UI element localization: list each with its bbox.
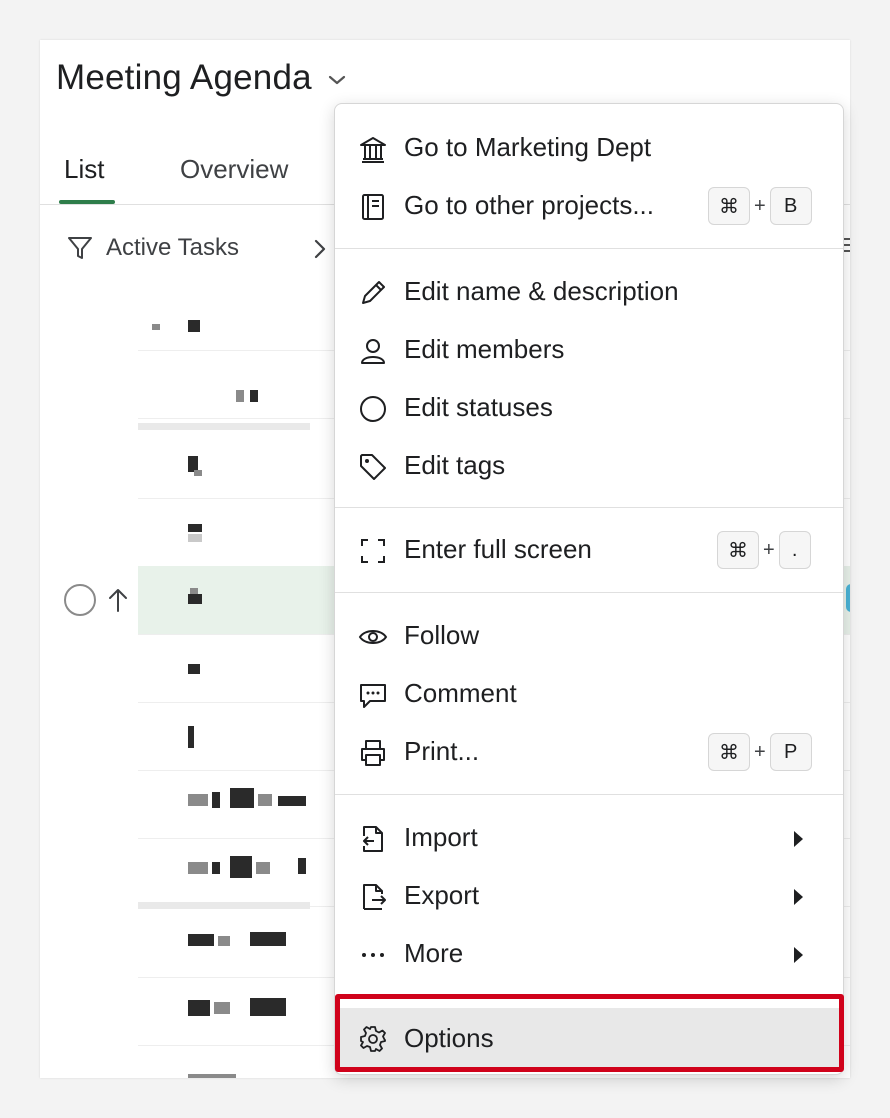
checkbox-circle-icon[interactable]: [64, 584, 96, 616]
tag-icon: [357, 451, 389, 483]
pencil-icon: [357, 277, 389, 309]
chevron-down-icon[interactable]: [326, 73, 348, 87]
menu-label: Edit members: [404, 334, 565, 364]
menu-item-edit-statuses[interactable]: Edit statuses: [335, 379, 843, 437]
caret-right-icon: [794, 947, 803, 963]
shortcut-hint: ⌘ + P: [708, 733, 812, 771]
menu-label: Go to Marketing Dept: [404, 132, 652, 162]
menu-label: Import: [404, 822, 478, 852]
circle-icon: [357, 393, 389, 425]
menu-divider: [335, 507, 843, 508]
kbd-command: ⌘: [708, 733, 750, 771]
filter-label: Active Tasks: [106, 234, 239, 261]
menu-item-follow[interactable]: Follow: [335, 607, 843, 665]
eye-icon: [357, 621, 389, 653]
kbd-key: B: [769, 187, 812, 225]
kbd-plus: +: [763, 538, 775, 561]
section-divider: [138, 423, 310, 430]
menu-item-edit-tags[interactable]: Edit tags: [335, 437, 843, 495]
menu-label: Export: [404, 880, 480, 910]
menu-label: Edit name & description: [404, 276, 679, 306]
row-controls: [64, 584, 130, 616]
menu-item-edit-name[interactable]: Edit name & description: [335, 263, 843, 321]
chevron-right-icon[interactable]: [312, 238, 328, 260]
project-header: Meeting Agenda: [56, 58, 348, 98]
menu-label: Enter full screen: [404, 534, 592, 564]
menu-item-edit-members[interactable]: Edit members: [335, 321, 843, 379]
filter-icon: [68, 237, 92, 259]
printer-icon: [357, 737, 389, 769]
annotation-highlight-box: [335, 994, 844, 1072]
fullscreen-icon: [357, 535, 389, 567]
filter-button[interactable]: Active Tasks: [66, 234, 239, 262]
arrow-up-icon[interactable]: [106, 586, 130, 614]
menu-divider: [335, 592, 843, 593]
caret-right-icon: [794, 889, 803, 905]
active-tab-indicator: [59, 200, 115, 204]
project-actions-menu: Go to Marketing Dept Go to other project…: [334, 103, 844, 1075]
kbd-key: P: [769, 733, 812, 771]
tab-list[interactable]: List: [64, 154, 104, 185]
menu-label: More: [404, 938, 464, 968]
kbd-plus: +: [754, 740, 766, 763]
tab-overview[interactable]: Overview: [180, 154, 288, 185]
caret-right-icon: [794, 831, 803, 847]
assignee-avatar[interactable]: [846, 584, 850, 612]
menu-divider: [335, 794, 843, 795]
menu-item-export[interactable]: Export: [335, 867, 843, 925]
file-export-icon: [357, 881, 389, 913]
notebook-icon: [357, 191, 389, 223]
shortcut-hint: ⌘ + .: [717, 531, 811, 569]
file-import-icon: [357, 823, 389, 855]
menu-label: Edit tags: [404, 450, 506, 480]
kbd-command: ⌘: [708, 187, 750, 225]
menu-label: Edit statuses: [404, 392, 553, 422]
menu-item-go-to-projects[interactable]: Go to other projects... ⌘ + B: [335, 177, 843, 235]
shortcut-hint: ⌘ + B: [708, 187, 812, 225]
kbd-plus: +: [754, 194, 766, 217]
menu-label: Go to other projects...: [404, 190, 655, 220]
menu-item-comment[interactable]: Comment: [335, 665, 843, 723]
kbd-key: .: [778, 531, 811, 569]
menu-divider: [335, 248, 843, 249]
menu-label: Print...: [404, 736, 480, 766]
menu-item-full-screen[interactable]: Enter full screen ⌘ + .: [335, 521, 843, 579]
user-icon: [357, 335, 389, 367]
project-title[interactable]: Meeting Agenda: [56, 58, 312, 98]
menu-item-more[interactable]: More: [335, 925, 843, 983]
section-divider: [138, 902, 310, 909]
menu-item-print[interactable]: Print... ⌘ + P: [335, 723, 843, 781]
menu-item-import[interactable]: Import: [335, 809, 843, 867]
kbd-command: ⌘: [717, 531, 759, 569]
more-dots-icon: [357, 939, 389, 971]
bank-icon: [357, 133, 389, 165]
menu-label: Comment: [404, 678, 517, 708]
menu-item-go-to-dept[interactable]: Go to Marketing Dept: [335, 119, 843, 177]
menu-label: Follow: [404, 620, 480, 650]
comment-icon: [357, 679, 389, 711]
